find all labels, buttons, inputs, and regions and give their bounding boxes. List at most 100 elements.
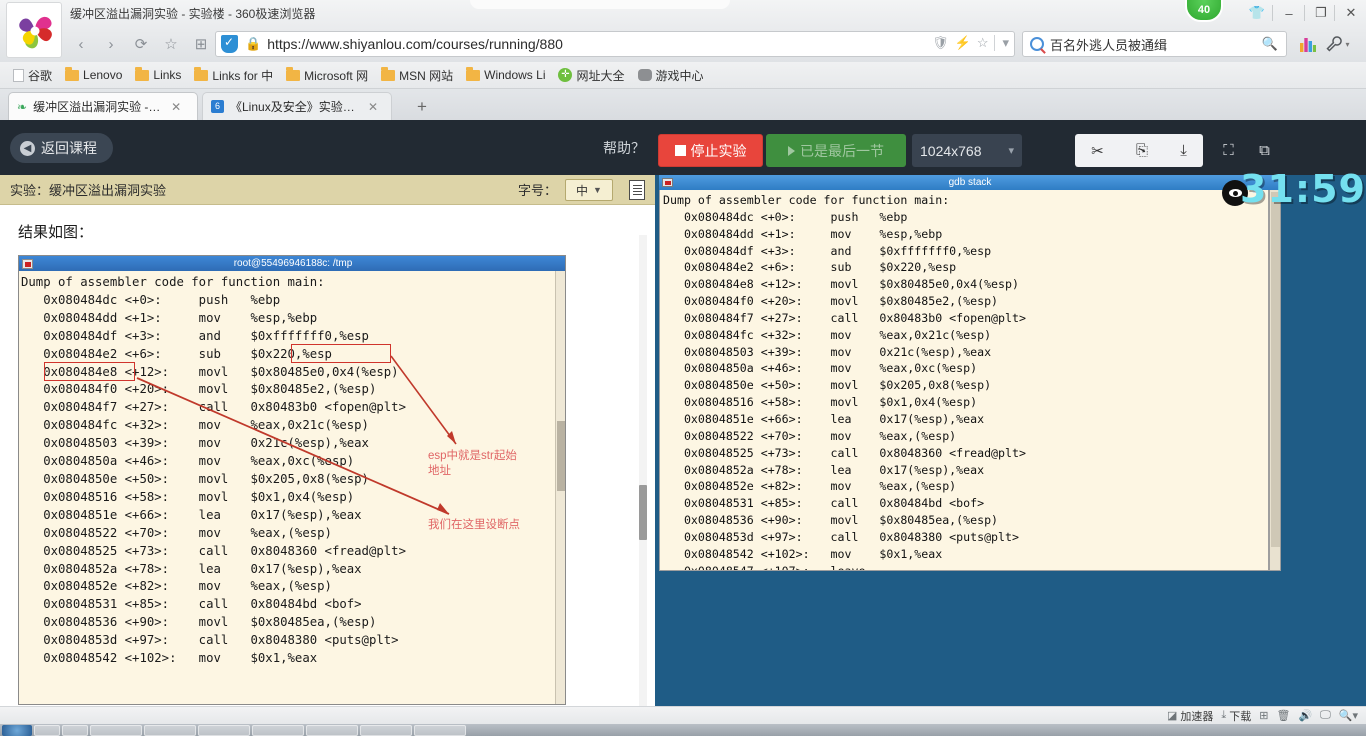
bookmark-label: 游戏中心	[655, 68, 704, 83]
scrollbar-thumb[interactable]	[557, 421, 565, 491]
tab-linux-security[interactable]: 6 《Linux及安全》实验安排 ✕	[202, 92, 392, 120]
tab-lab[interactable]: ❧ 缓冲区溢出漏洞实验 - 实验 ✕	[8, 92, 198, 120]
gdb-window-titlebar[interactable]: gdb stack	[659, 175, 1281, 190]
popout-icon[interactable]: ⧉	[1248, 134, 1281, 167]
bookmark-label: Microsoft 网	[304, 68, 369, 83]
fullscreen-icon[interactable]: ⛶	[1212, 134, 1245, 167]
gdb-window-title: gdb stack	[948, 177, 992, 188]
apps-icon[interactable]: ⊞	[188, 32, 214, 56]
download-icon: ⤓	[1221, 709, 1227, 721]
lesson-scrollbar-thumb[interactable]	[639, 485, 647, 540]
resolution-select[interactable]: 1024x768 ▾	[912, 134, 1022, 167]
annotation-line-1: esp中就是str起始	[428, 450, 517, 462]
gdb-terminal-output: Dump of assembler code for function main…	[659, 190, 1269, 571]
gdb-scrollbar-thumb[interactable]	[1271, 192, 1280, 547]
control-divider-1	[1272, 5, 1273, 21]
taskbar-icon[interactable]	[360, 724, 412, 736]
bookmark-item[interactable]: MSN 网站	[376, 65, 458, 86]
chevron-down-icon: ▾	[1008, 145, 1014, 157]
bookmark-item[interactable]: 游戏中心	[633, 65, 709, 86]
back-icon[interactable]: ‹	[68, 32, 94, 56]
globe-icon: ✛	[558, 68, 573, 82]
remote-desktop[interactable]: gdb stack Dump of assembler code for fun…	[655, 167, 1366, 736]
control-divider-3	[1334, 5, 1335, 21]
bookmark-item[interactable]: Windows Li	[461, 66, 550, 84]
download-button[interactable]: ⤓ 下载	[1221, 708, 1251, 724]
tab-close-icon[interactable]: ✕	[171, 100, 181, 114]
bookmark-item[interactable]: Links for 中	[189, 65, 278, 86]
bookmark-item[interactable]: 谷歌	[8, 65, 57, 86]
address-bar-icons: 🛡 ⚡ ☆ ▾	[932, 35, 1009, 51]
bolt-icon[interactable]: ⚡	[955, 35, 971, 51]
reload-icon[interactable]: ⟳	[128, 32, 154, 56]
os-taskbar	[0, 724, 1366, 736]
site-favicon-icon: 6	[211, 100, 224, 113]
taskbar-icon[interactable]	[414, 724, 466, 736]
zoom-icon[interactable]: 🔍▾	[1339, 709, 1358, 722]
download-icon[interactable]: ⤓	[1180, 142, 1187, 159]
lesson-toolbar: 实验：缓冲区溢出漏洞实验 字号： 中 ▼	[0, 175, 655, 205]
taskbar-icon[interactable]	[90, 724, 142, 736]
add-icon[interactable]: ⊞	[1259, 709, 1268, 722]
favorite-icon[interactable]: ☆	[158, 32, 184, 56]
stats-icon[interactable]	[1296, 33, 1320, 55]
star-icon[interactable]: ☆	[977, 35, 989, 51]
chevron-down-icon[interactable]: ▾	[994, 35, 1009, 51]
start-button[interactable]	[2, 724, 32, 736]
search-icon[interactable]: 🔍	[1262, 36, 1278, 52]
gdb-scrollbar[interactable]	[1269, 190, 1281, 571]
share-icon[interactable]: ⎘	[1136, 142, 1148, 159]
scissors-icon[interactable]: ✂	[1091, 142, 1104, 160]
bookmark-item[interactable]: Microsoft 网	[281, 65, 373, 86]
taskbar-icon[interactable]	[306, 724, 358, 736]
taskbar-icon[interactable]	[252, 724, 304, 736]
bookmark-label: 谷歌	[28, 68, 53, 83]
annotation-line-2: 地址	[428, 465, 451, 477]
tab-close-icon[interactable]: ✕	[368, 100, 378, 114]
wrench-icon[interactable]: ▾	[1326, 33, 1350, 55]
taskbar-icon[interactable]	[198, 724, 250, 736]
back-to-course-label: 返回课程	[41, 140, 97, 156]
last-section-button[interactable]: 已是最后一节	[766, 134, 906, 167]
page-icon	[13, 68, 24, 82]
back-to-course-button[interactable]: ◀ 返回课程	[10, 133, 113, 163]
titlebar-curve	[470, 0, 730, 9]
minimize-button[interactable]: –	[1274, 2, 1304, 24]
help-link[interactable]: 帮助？	[603, 138, 645, 158]
lesson-body: 结果如图： root@55496946188c: /tmp Dump of as…	[0, 205, 655, 706]
bookmark-item[interactable]: ✛ 网址大全	[553, 65, 629, 86]
address-bar[interactable]: 🔒 https://www.shiyanlou.com/courses/runn…	[215, 31, 1015, 57]
accelerator-button[interactable]: ◪ 加速器	[1167, 708, 1213, 724]
stop-experiment-button[interactable]: 停止实验	[658, 134, 763, 167]
update-badge[interactable]: 40	[1185, 0, 1223, 22]
trash-icon[interactable]: 🗑	[1277, 709, 1291, 722]
taskbar-icon[interactable]	[62, 724, 88, 736]
address-row: ‹ › ⟳ ☆ ⊞ 🔒 https://www.shiyanlou.com/co…	[0, 28, 1366, 60]
document-icon[interactable]	[629, 180, 645, 200]
stop-experiment-label: 停止实验	[690, 142, 747, 159]
folder-icon	[65, 66, 80, 81]
bookmark-item[interactable]: Links	[130, 66, 186, 84]
volume-icon[interactable]: 🔊	[1298, 709, 1312, 722]
embedded-terminal-title: root@55496946188c: /tmp	[19, 256, 565, 271]
skin-button[interactable]: 👕	[1242, 2, 1272, 24]
screen-root: 缓冲区溢出漏洞实验 - 实验楼 - 360极速浏览器 40 👕 – ❐ ✕ ‹ …	[0, 0, 1366, 736]
bookmark-label: Windows Li	[484, 68, 546, 82]
close-button[interactable]: ✕	[1336, 2, 1366, 24]
screen-icon[interactable]: 🖵	[1320, 709, 1331, 722]
taskbar-icon[interactable]	[144, 724, 196, 736]
bookmark-label: Links	[153, 68, 182, 82]
bookmark-item[interactable]: Lenovo	[60, 66, 127, 84]
embedded-terminal-scrollbar[interactable]	[555, 271, 565, 704]
search-bar[interactable]: 百名外逃人员被通缉 🔍	[1022, 31, 1287, 57]
folder-icon	[466, 66, 481, 81]
shield-small-icon[interactable]: 🛡	[932, 35, 949, 51]
folder-icon	[286, 66, 301, 81]
lesson-scrollbar[interactable]	[639, 235, 647, 706]
forward-icon[interactable]: ›	[98, 32, 124, 56]
maximize-button[interactable]: ❐	[1306, 2, 1336, 24]
font-size-select[interactable]: 中 ▼	[565, 179, 613, 201]
stop-square-icon	[674, 145, 686, 156]
taskbar-icon[interactable]	[34, 724, 60, 736]
new-tab-button[interactable]: +	[405, 95, 439, 119]
